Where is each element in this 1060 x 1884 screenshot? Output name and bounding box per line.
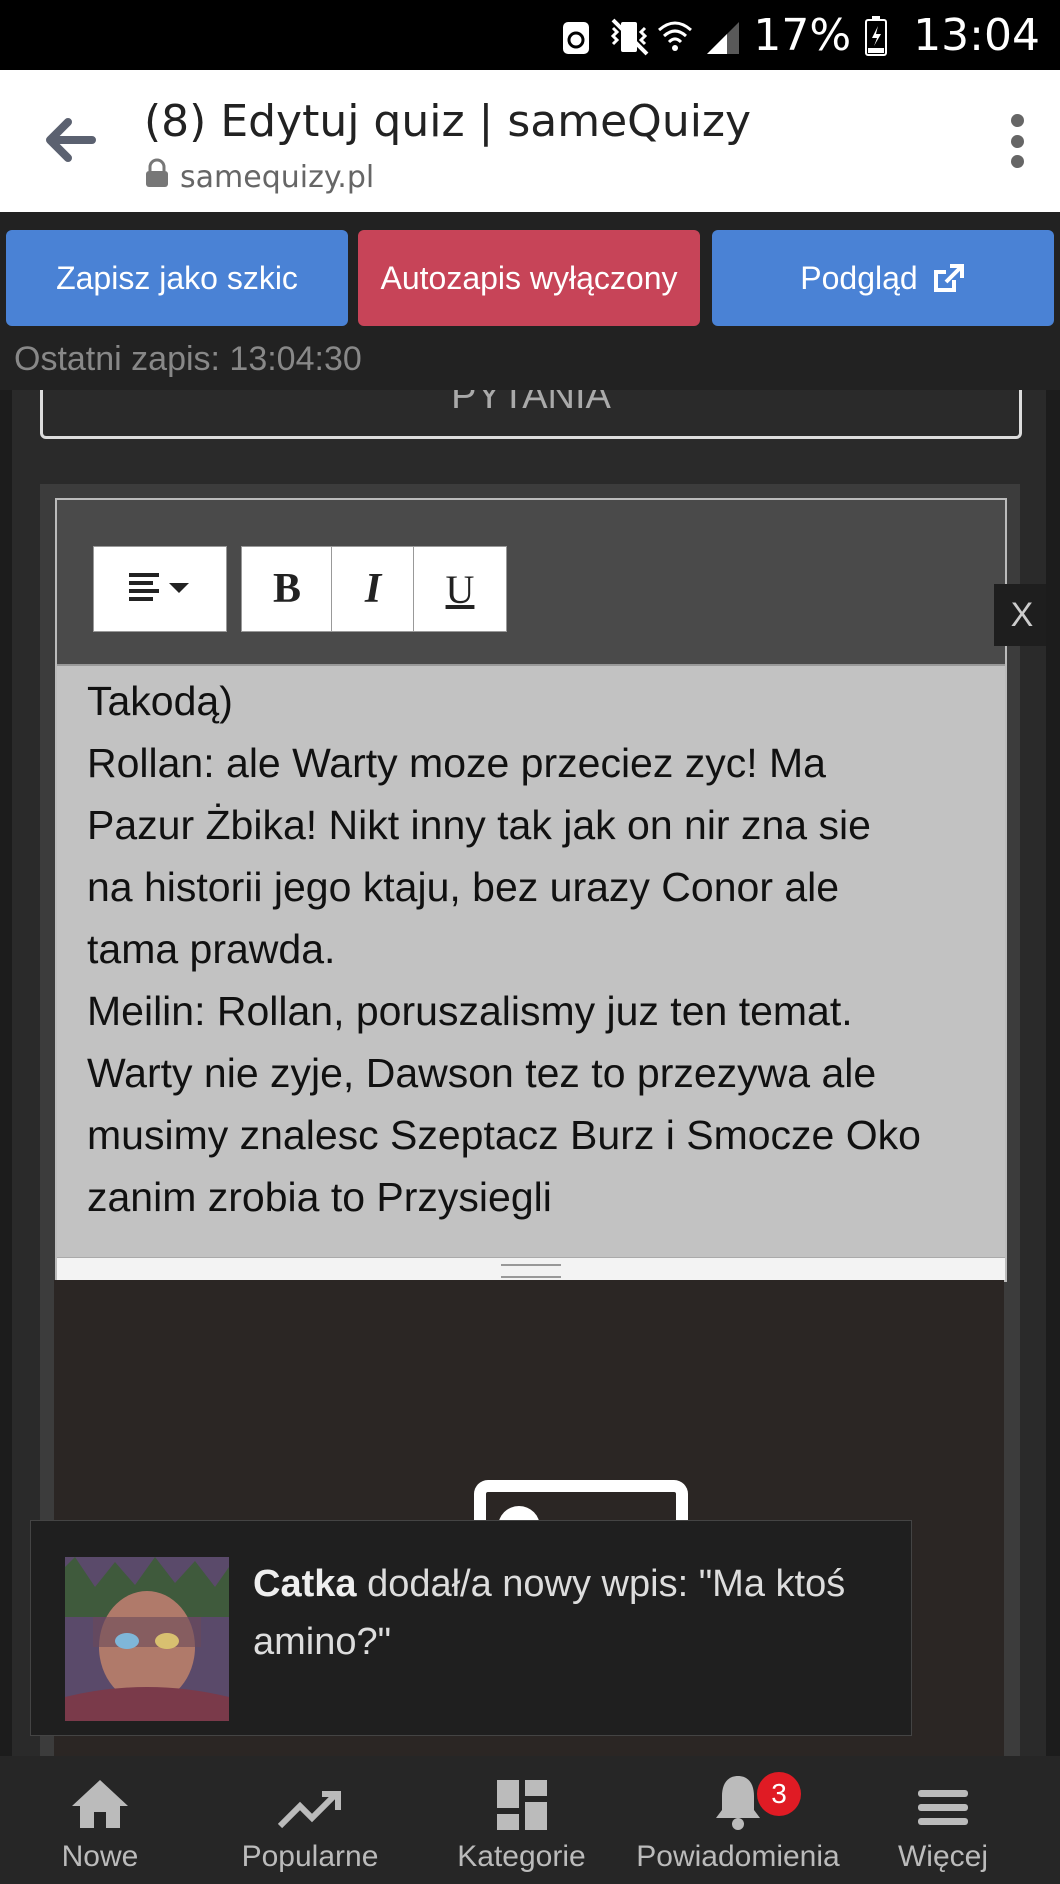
url-text: samequizy.pl <box>180 159 375 195</box>
external-link-icon <box>932 262 966 294</box>
rich-text-editor[interactable]: B I U Takodą) Rollan: ale Warty moze prz… <box>55 498 1007 1282</box>
more-options-icon[interactable] <box>1010 114 1024 168</box>
wifi-icon <box>657 16 693 54</box>
nav-item-new[interactable]: Nowe <box>40 1756 160 1884</box>
resize-handle[interactable] <box>57 1257 1005 1280</box>
clock: 13:04 <box>913 9 1040 61</box>
avatar <box>65 1557 229 1721</box>
editor-text[interactable]: Takodą) Rollan: ale Warty moze przeciez … <box>87 670 987 1228</box>
preview-button[interactable]: Podgląd <box>712 230 1054 326</box>
bottom-nav: Nowe Popularne Kategorie Powiadomienia 3… <box>0 1756 1060 1884</box>
quiz-toolbar: Zapisz jako szkic Autozapis wyłączony Po… <box>0 212 1060 390</box>
battery-icon <box>865 16 899 56</box>
save-draft-button[interactable]: Zapisz jako szkic <box>6 230 348 326</box>
italic-button[interactable]: I <box>331 546 415 632</box>
url-display[interactable]: samequizy.pl <box>144 158 374 196</box>
battery-percent: 17% <box>753 9 852 61</box>
lock-icon <box>144 158 170 196</box>
browser-header: (8) Edytuj quiz | sameQuizy samequizy.pl <box>0 70 1060 212</box>
underline-button[interactable]: U <box>413 546 507 632</box>
editor-toolbar: B I U <box>57 500 1005 666</box>
nav-item-categories[interactable]: Kategorie <box>444 1756 599 1884</box>
bell-icon <box>714 1756 762 1830</box>
notifications-badge: 3 <box>757 1772 801 1816</box>
status-bar: 17% 13:04 <box>0 0 1060 70</box>
notification-text: Catka dodał/a nowy wpis: "Ma ktoś amino?… <box>253 1563 846 1663</box>
recycle-notification-icon <box>561 16 595 54</box>
notification-user: Catka <box>253 1563 357 1605</box>
align-left-icon <box>125 567 195 612</box>
menu-icon <box>918 1756 968 1830</box>
vibrate-mute-icon <box>609 16 649 56</box>
back-arrow-icon[interactable] <box>40 110 100 170</box>
bold-button[interactable]: B <box>241 546 333 632</box>
trending-icon <box>278 1756 342 1830</box>
close-button[interactable]: X <box>994 584 1046 646</box>
questions-section-header[interactable]: PYTANIA <box>40 390 1022 439</box>
notification-toast[interactable]: Catka dodał/a nowy wpis: "Ma ktoś amino?… <box>30 1520 912 1736</box>
autosave-toggle-button[interactable]: Autozapis wyłączony <box>358 230 700 326</box>
home-icon <box>70 1756 130 1830</box>
page-title: (8) Edytuj quiz | sameQuizy <box>144 96 752 147</box>
nav-item-popular[interactable]: Popularne <box>230 1756 390 1884</box>
grid-icon <box>496 1756 547 1830</box>
last-save-status: Ostatni zapis: 13:04:30 <box>14 340 362 378</box>
signal-icon <box>705 16 740 54</box>
align-dropdown-button[interactable] <box>93 546 227 632</box>
nav-item-more[interactable]: Więcej <box>888 1756 998 1884</box>
nav-item-notifications[interactable]: Powiadomienia <box>628 1756 848 1884</box>
